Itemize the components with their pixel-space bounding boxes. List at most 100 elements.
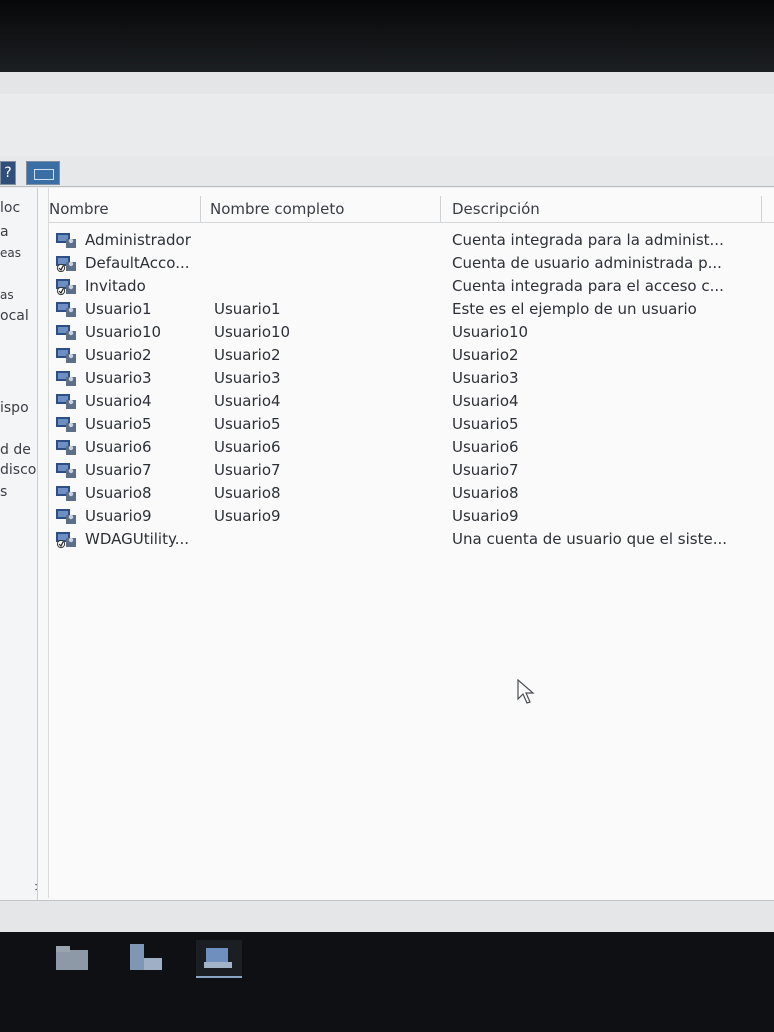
user-description-cell: Usuario10 <box>452 323 529 341</box>
user-full-name-cell: Usuario10 <box>214 323 291 341</box>
user-full-name-cell: Usuario1 <box>214 300 281 318</box>
column-separator[interactable] <box>440 196 441 222</box>
user-icon <box>56 348 76 363</box>
user-name-cell: Usuario3 <box>85 369 152 387</box>
disabled-user-icon <box>56 532 76 548</box>
user-icon <box>56 325 76 340</box>
menu-area: da <box>0 94 774 173</box>
console-tree-pane[interactable]: loc a eas as ocal ispo d de disco s > <box>0 188 38 900</box>
window-chrome <box>0 72 774 95</box>
user-full-name-cell: Usuario5 <box>214 415 281 433</box>
user-icon <box>56 233 76 248</box>
user-name-cell: Invitado <box>85 277 146 295</box>
file-explorer-icon[interactable] <box>50 940 96 976</box>
user-row[interactable]: Usuario10 Usuario10 Usuario10 <box>49 322 774 344</box>
user-name-cell: WDAGUtility... <box>85 530 190 548</box>
user-row[interactable]: Invitado Cuenta integrada para el acceso … <box>49 276 774 298</box>
pane-toggle-icon <box>34 169 54 180</box>
user-icon <box>56 302 76 317</box>
user-name-cell: Usuario2 <box>85 346 152 364</box>
user-icon <box>56 394 76 409</box>
monitor-bezel <box>0 0 774 72</box>
user-name-cell: Usuario9 <box>85 507 152 525</box>
user-row[interactable]: Usuario7 Usuario7 Usuario7 <box>49 460 774 482</box>
user-icon <box>56 440 76 455</box>
user-description-cell: Este es el ejemplo de un usuario <box>452 300 697 318</box>
user-icon <box>56 417 76 432</box>
user-name-cell: Usuario10 <box>85 323 162 341</box>
help-button[interactable]: ? <box>0 161 16 185</box>
user-row[interactable]: Usuario1 Usuario1 Este es el ejemplo de un… <box>49 299 774 321</box>
user-name-cell: Usuario5 <box>85 415 152 433</box>
user-row[interactable]: DefaultAcco... Cuenta de usuario administ… <box>49 253 774 275</box>
toolbar: ? <box>0 156 774 187</box>
user-description-cell: Usuario8 <box>452 484 519 502</box>
tree-item-fragment[interactable]: d de <box>0 442 31 458</box>
user-icon <box>56 371 76 386</box>
user-row[interactable]: Usuario5 Usuario5 Usuario5 <box>49 414 774 436</box>
tree-item-fragment[interactable]: loc <box>0 200 20 216</box>
user-row[interactable]: Administrador Cuenta integrada para la ad… <box>49 230 774 252</box>
tree-item-fragment[interactable]: ocal <box>0 308 29 324</box>
user-description-cell: Una cuenta de usuario que el siste... <box>452 530 727 548</box>
mouse-cursor-icon <box>517 679 535 704</box>
user-row[interactable]: Usuario9 Usuario9 Usuario9 <box>49 506 774 528</box>
column-separator[interactable] <box>200 196 201 222</box>
tree-item-fragment[interactable]: eas <box>0 246 21 260</box>
user-name-cell: DefaultAcco... <box>85 254 190 272</box>
users-list: Nombre Nombre completo Descripción Admin… <box>48 188 774 898</box>
user-description-cell: Usuario5 <box>452 415 519 433</box>
tree-item-fragment[interactable]: ispo <box>0 400 29 416</box>
user-row[interactable]: Usuario2 Usuario2 Usuario2 <box>49 345 774 367</box>
column-separator[interactable] <box>761 196 762 222</box>
user-row[interactable]: Usuario8 Usuario8 Usuario8 <box>49 483 774 505</box>
user-full-name-cell: Usuario7 <box>214 461 281 479</box>
user-full-name-cell: Usuario9 <box>214 507 281 525</box>
server-manager-icon[interactable] <box>122 940 168 976</box>
help-icon: ? <box>4 165 12 181</box>
user-name-cell: Usuario7 <box>85 461 152 479</box>
user-icon <box>56 463 76 478</box>
user-description-cell: Usuario7 <box>452 461 519 479</box>
user-icon <box>56 509 76 524</box>
user-name-cell: Usuario6 <box>85 438 152 456</box>
list-header: Nombre Nombre completo Descripción <box>49 196 774 223</box>
computer-management-window: da ? loc a eas as ocal ispo d de disco s… <box>0 72 774 933</box>
user-full-name-cell: Usuario2 <box>214 346 281 364</box>
user-name-cell: Usuario4 <box>85 392 152 410</box>
column-header-full-name[interactable]: Nombre completo <box>210 200 344 218</box>
user-full-name-cell: Usuario8 <box>214 484 281 502</box>
disabled-user-icon <box>56 279 76 295</box>
user-name-cell: Administrador <box>85 231 191 249</box>
users-list-pane: Nombre Nombre completo Descripción Admin… <box>38 188 774 900</box>
user-description-cell: Cuenta integrada para el acceso c... <box>452 277 724 295</box>
user-row[interactable]: Usuario3 Usuario3 Usuario3 <box>49 368 774 390</box>
tree-item-fragment[interactable]: disco <box>0 462 36 478</box>
user-full-name-cell: Usuario4 <box>214 392 281 410</box>
user-description-cell: Usuario6 <box>452 438 519 456</box>
user-row[interactable]: Usuario4 Usuario4 Usuario4 <box>49 391 774 413</box>
user-full-name-cell: Usuario3 <box>214 369 281 387</box>
user-icon <box>56 486 76 501</box>
tree-item-fragment[interactable]: as <box>0 288 14 302</box>
user-description-cell: Usuario2 <box>452 346 519 364</box>
user-description-cell: Usuario9 <box>452 507 519 525</box>
user-row[interactable]: Usuario6 Usuario6 Usuario6 <box>49 437 774 459</box>
user-description-cell: Usuario3 <box>452 369 519 387</box>
status-bar <box>0 900 774 933</box>
user-description-cell: Usuario4 <box>452 392 519 410</box>
column-header-description[interactable]: Descripción <box>452 200 540 218</box>
user-description-cell: Cuenta de usuario administrada p... <box>452 254 722 272</box>
column-header-name[interactable]: Nombre <box>49 200 109 218</box>
user-name-cell: Usuario8 <box>85 484 152 502</box>
taskbar <box>0 932 774 1032</box>
computer-management-icon[interactable] <box>196 940 242 978</box>
user-row[interactable]: WDAGUtility... Una cuenta de usuario que … <box>49 529 774 551</box>
disabled-user-icon <box>56 256 76 272</box>
tree-item-fragment[interactable]: s <box>0 484 7 500</box>
user-full-name-cell: Usuario6 <box>214 438 281 456</box>
show-hide-action-pane-button[interactable] <box>26 161 60 185</box>
user-description-cell: Cuenta integrada para la administ... <box>452 231 724 249</box>
tree-item-fragment[interactable]: a <box>0 224 9 240</box>
user-name-cell: Usuario1 <box>85 300 152 318</box>
